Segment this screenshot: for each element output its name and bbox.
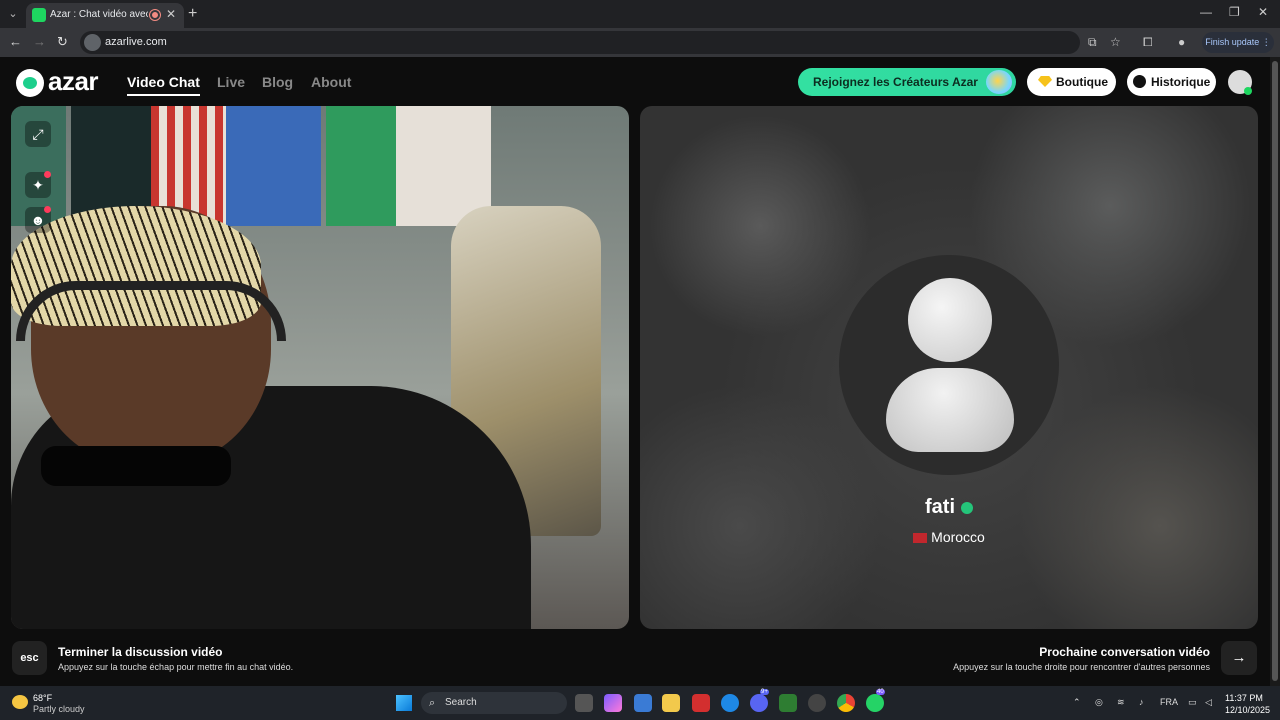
azar-logo-icon[interactable] (16, 69, 44, 97)
clock-time[interactable]: 11:37 PM (1225, 693, 1263, 703)
cast-icon[interactable]: ⧉ (1088, 35, 1097, 50)
taskbar-search[interactable]: ⌕ Search (421, 692, 567, 714)
weather-condition[interactable]: Partly cloudy (33, 704, 85, 714)
whatsapp-icon[interactable]: 40 (866, 689, 885, 712)
avatar-body-shape (886, 368, 1014, 452)
volume-icon[interactable]: ◁ (1205, 697, 1212, 708)
forward-icon[interactable]: → (33, 34, 46, 49)
tray-chevron-icon[interactable]: ⌃ (1073, 697, 1081, 708)
partner-avatar (839, 255, 1059, 475)
language-indicator[interactable]: FRA (1160, 697, 1178, 707)
partner-name: fati (640, 496, 1258, 519)
url-text: azarlive.com (105, 36, 167, 48)
clock-icon (1133, 75, 1146, 88)
online-status-dot (1244, 87, 1252, 95)
join-creators-button[interactable]: Rejoignez les Créateurs Azar (798, 68, 1016, 96)
sunglasses (41, 446, 231, 486)
expand-icon[interactable]: ⤢ (25, 121, 51, 147)
temperature[interactable]: 68°F (33, 693, 52, 703)
next-chat-button[interactable]: → (1221, 641, 1257, 675)
morocco-flag-icon (913, 533, 928, 544)
omnibox[interactable]: azarlive.com (80, 31, 1080, 54)
verified-badge-icon (961, 501, 973, 514)
background-shirt (226, 106, 321, 226)
discord-badge: 9+ (760, 689, 769, 695)
nav-video-chat[interactable]: Video Chat (127, 74, 200, 96)
end-chat-title: Terminer la discussion vidéo (58, 645, 223, 659)
task-view-icon[interactable] (575, 694, 593, 712)
arrow-right-icon: → (1231, 649, 1247, 666)
display-icon[interactable]: ▭ (1188, 697, 1197, 708)
bookmark-star-icon[interactable]: ☆ (1110, 35, 1121, 49)
gem-icon (1038, 76, 1052, 87)
search-icon: ⌕ (429, 697, 436, 709)
notification-dot (44, 206, 51, 213)
browser-tab[interactable]: Azar : Chat vidéo avec de n ✕ (26, 3, 184, 28)
history-button[interactable]: Historique (1127, 68, 1216, 96)
store-icon[interactable] (634, 694, 652, 712)
next-chat-hint: Appuyez sur la touche droite pour rencon… (953, 662, 1210, 672)
whatsapp-badge: 40 (876, 689, 885, 695)
discord-icon[interactable]: 9+ (750, 689, 769, 712)
site-info-icon[interactable] (84, 34, 101, 51)
azar-site: azar Video Chat Live Blog About Rejoigne… (0, 57, 1280, 686)
partner-video-feed: fati Morocco (640, 106, 1258, 629)
browser-tabstrip: ⌄ Azar : Chat vidéo avec de n ✕ + — ❐ ✕ (0, 0, 1280, 28)
partner-country: Morocco (640, 529, 1258, 545)
windows-start-icon[interactable] (396, 695, 412, 711)
notification-dot (44, 171, 51, 178)
copilot-icon[interactable] (604, 694, 622, 712)
network-icon[interactable]: ≋ (1117, 697, 1125, 708)
tab-title: Azar : Chat vidéo avec de n (50, 9, 148, 20)
new-tab-button[interactable]: + (188, 5, 197, 23)
recording-icon (150, 10, 160, 20)
microphone-icon[interactable]: ♪ (1139, 697, 1144, 707)
profile-icon[interactable]: ● (1178, 35, 1185, 49)
tab-search-icon[interactable]: ⌄ (4, 5, 22, 23)
boutique-button[interactable]: Boutique (1027, 68, 1116, 96)
close-tab-icon[interactable]: ✕ (166, 7, 176, 21)
back-icon[interactable]: ← (9, 34, 22, 49)
background-shirt (326, 106, 396, 226)
avatar-head-shape (908, 278, 992, 362)
next-chat-title: Prochaine conversation vidéo (1039, 645, 1210, 659)
restore-icon[interactable]: ❐ (1229, 5, 1240, 19)
windows-taskbar: 68°F Partly cloudy ⌕ Search 9+ 40 ⌃ ◎ ≋ … (0, 686, 1280, 720)
esc-key-button[interactable]: esc (12, 641, 47, 675)
page-scrollbar[interactable] (1270, 57, 1280, 686)
end-chat-hint: Appuyez sur la touche échap pour mettre … (58, 662, 294, 672)
tray-app-icon[interactable]: ◎ (1095, 697, 1103, 708)
azar-favicon-icon (32, 8, 46, 22)
chrome-icon[interactable] (837, 694, 855, 712)
nav-live[interactable]: Live (217, 74, 245, 90)
obs-icon[interactable] (808, 694, 826, 712)
minimize-icon[interactable]: — (1200, 5, 1212, 19)
edge-icon[interactable] (721, 694, 739, 712)
wps-icon[interactable] (692, 694, 710, 712)
my-camera-feed: ⤢ ✦ ☻ (11, 106, 629, 629)
file-explorer-icon[interactable] (662, 694, 680, 712)
extensions-icon[interactable]: ⧠ (1143, 35, 1153, 50)
reload-icon[interactable]: ↻ (57, 34, 68, 50)
address-toolbar: ← → ↻ azarlive.com ⧉ ☆ ⧠ ● Finish update… (0, 28, 1280, 57)
scrollbar-thumb[interactable] (1272, 61, 1278, 681)
nav-about[interactable]: About (311, 74, 351, 90)
headset (16, 281, 286, 341)
clock-date[interactable]: 12/10/2025 (1225, 705, 1270, 715)
close-window-icon[interactable]: ✕ (1258, 5, 1268, 19)
media-player-icon[interactable] (779, 694, 797, 712)
weather-icon[interactable] (12, 695, 28, 709)
camera-sticker-icon (986, 70, 1012, 94)
nav-blog[interactable]: Blog (262, 74, 293, 90)
finish-update-button[interactable]: Finish update ⋮ (1202, 32, 1274, 53)
azar-logo-text[interactable]: azar (48, 66, 99, 97)
